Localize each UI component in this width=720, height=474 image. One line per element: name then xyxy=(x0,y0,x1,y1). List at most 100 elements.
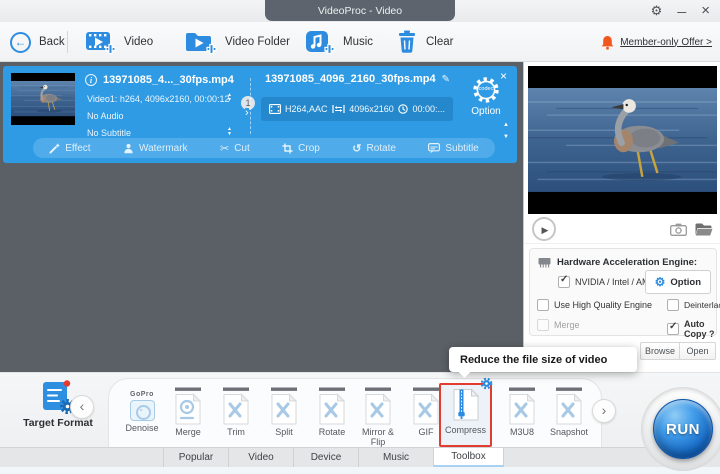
bell-icon xyxy=(601,35,614,50)
resolution-chip: 4096x2160 xyxy=(332,104,394,114)
info-icon[interactable]: i xyxy=(85,74,97,86)
edit-tab-strip: Effect Watermark Cut Crop Rotate xyxy=(33,138,495,158)
tool-mirror-flip-label: Mirror & Flip xyxy=(362,427,394,448)
tab-subtitle[interactable]: Subtitle xyxy=(428,142,479,154)
tool-compress[interactable]: Compress xyxy=(439,377,493,447)
trash-icon xyxy=(396,30,418,54)
open-button[interactable]: Open xyxy=(680,342,716,360)
rename-pencil-icon[interactable] xyxy=(442,73,450,85)
deinterlacing-checkbox[interactable] xyxy=(667,299,679,311)
back-button[interactable]: Back xyxy=(10,22,65,62)
gopro-logo: GoPro xyxy=(130,391,154,398)
run-button[interactable]: RUN xyxy=(653,399,713,459)
minimize-icon[interactable] xyxy=(677,3,686,19)
tab-cut[interactable]: Cut xyxy=(220,142,250,155)
browse-button[interactable]: Browse xyxy=(640,342,680,360)
compress-settings-gear-icon[interactable] xyxy=(480,377,493,390)
tool-split[interactable]: Split xyxy=(261,385,307,437)
file-name-full-row: 13971085_4096_2160_30fps.mp4 xyxy=(265,73,450,85)
back-label: Back xyxy=(39,36,65,48)
merge-checkbox[interactable] xyxy=(537,319,549,331)
speech-bubble-icon xyxy=(428,142,441,154)
tab-video[interactable]: Video xyxy=(229,448,294,467)
music-label: Music xyxy=(343,36,374,48)
tab-crop[interactable]: Crop xyxy=(282,143,320,154)
tool-split-label: Split xyxy=(275,427,293,437)
video-preview[interactable] xyxy=(528,66,717,214)
file-name-short-row: i 13971085_4..._30fps.mp4 xyxy=(85,74,234,86)
tool-m3u8[interactable]: M3U8 xyxy=(499,385,545,437)
tool-mirror-flip[interactable]: Mirror & Flip xyxy=(355,385,401,448)
trim-file-icon xyxy=(213,385,259,425)
tab-rotate[interactable]: Rotate xyxy=(352,142,396,155)
high-quality-row: Use High Quality Engine xyxy=(537,299,652,311)
add-video-folder-button[interactable]: Video Folder xyxy=(185,22,290,62)
tab-rotate-label: Rotate xyxy=(366,142,396,154)
tab-toolbox[interactable]: Toolbox xyxy=(434,448,504,467)
split-file-icon xyxy=(261,385,307,425)
video-track-info: Video1: h264, 4096x2160, 00:00:12 xyxy=(87,94,230,104)
tab-watermark[interactable]: Watermark xyxy=(123,143,188,154)
duration-chip: 00:00:... xyxy=(398,104,445,114)
play-button[interactable] xyxy=(532,217,556,241)
deinterlacing-row: Deinterlacing xyxy=(667,299,720,311)
tab-watermark-label: Watermark xyxy=(139,142,188,154)
rotate-icon xyxy=(352,142,361,155)
tools-container: GoPro Denoise Merge Trim Split Rotate Mi… xyxy=(108,377,602,448)
add-video-button[interactable]: Video xyxy=(85,22,153,62)
merge-file-icon xyxy=(165,385,211,425)
media-item[interactable]: i 13971085_4..._30fps.mp4 Video1: h264, … xyxy=(3,66,517,163)
member-offer-label: Member-only Offer > xyxy=(620,36,712,48)
video-label: Video xyxy=(124,36,154,48)
scroll-down-icon[interactable]: ▼ xyxy=(503,134,509,140)
toolbox-bar: Target Format GoPro Denoise xyxy=(0,372,720,448)
tool-trim-label: Trim xyxy=(227,427,245,437)
remove-item-icon[interactable] xyxy=(500,70,507,82)
tools-scroll-left-button[interactable] xyxy=(70,395,94,419)
tool-denoise[interactable]: GoPro Denoise xyxy=(119,391,165,433)
open-folder-icon[interactable] xyxy=(695,223,713,236)
scroll-up-icon[interactable]: ▲ xyxy=(503,122,509,128)
subtitle-track-selector-icon[interactable]: ▲ ▼ xyxy=(227,127,232,137)
codec-option-label: Option xyxy=(471,106,501,117)
codec-chip: H264,AAC xyxy=(269,104,328,114)
tool-compress-label: Compress xyxy=(444,425,486,435)
codec-value: H264,AAC xyxy=(285,104,328,114)
music-add-icon xyxy=(305,30,335,54)
file-name-short: 13971085_4..._30fps.mp4 xyxy=(103,74,234,86)
tool-trim[interactable]: Trim xyxy=(213,385,259,437)
video-track-selector-icon[interactable]: ▲ ▼ xyxy=(227,93,232,103)
tab-crop-label: Crop xyxy=(298,142,320,154)
main-toolbar: Back Video xyxy=(0,22,720,62)
snapshot-camera-icon[interactable] xyxy=(670,223,687,236)
preview-panel: Hardware Acceleration Engine: NVIDIA / I… xyxy=(523,62,720,372)
tab-music[interactable]: Music xyxy=(359,448,434,467)
video-thumbnail[interactable] xyxy=(11,73,75,125)
media-info-chips: H264,AAC 4096x2160 00:00:... xyxy=(261,97,453,121)
high-quality-checkbox[interactable] xyxy=(537,299,549,311)
settings-gear-icon[interactable] xyxy=(651,3,663,19)
video-folder-label: Video Folder xyxy=(225,36,290,48)
auto-copy-label: Auto Copy ? xyxy=(684,319,715,339)
tool-rotate[interactable]: Rotate xyxy=(309,385,355,437)
tab-device[interactable]: Device xyxy=(294,448,359,467)
member-offer-link[interactable]: Member-only Offer > xyxy=(601,22,712,62)
tool-rotate-label: Rotate xyxy=(318,427,346,437)
tab-popular[interactable]: Popular xyxy=(164,448,229,467)
tool-snapshot[interactable]: Snapshot xyxy=(543,385,595,437)
duration-value: 00:00:... xyxy=(412,104,445,114)
gpu-checkbox[interactable] xyxy=(558,274,570,288)
tools-scroll-right-button[interactable] xyxy=(592,399,616,423)
tool-merge-label: Merge xyxy=(175,427,201,437)
hardware-option-label: Option xyxy=(670,276,701,288)
auto-copy-checkbox[interactable] xyxy=(667,321,679,335)
tab-subtitle-label: Subtitle xyxy=(445,142,479,154)
hardware-option-button[interactable]: Option xyxy=(644,270,711,294)
close-icon[interactable] xyxy=(701,3,710,19)
clear-button[interactable]: Clear xyxy=(396,22,453,62)
tool-merge[interactable]: Merge xyxy=(165,385,211,437)
videoproc-window: VideoProc - Video Back Video xyxy=(0,0,720,474)
add-music-button[interactable]: Music xyxy=(305,22,373,62)
codec-option-button[interactable]: codec Option xyxy=(455,75,517,117)
tab-effect[interactable]: Effect xyxy=(49,143,91,154)
